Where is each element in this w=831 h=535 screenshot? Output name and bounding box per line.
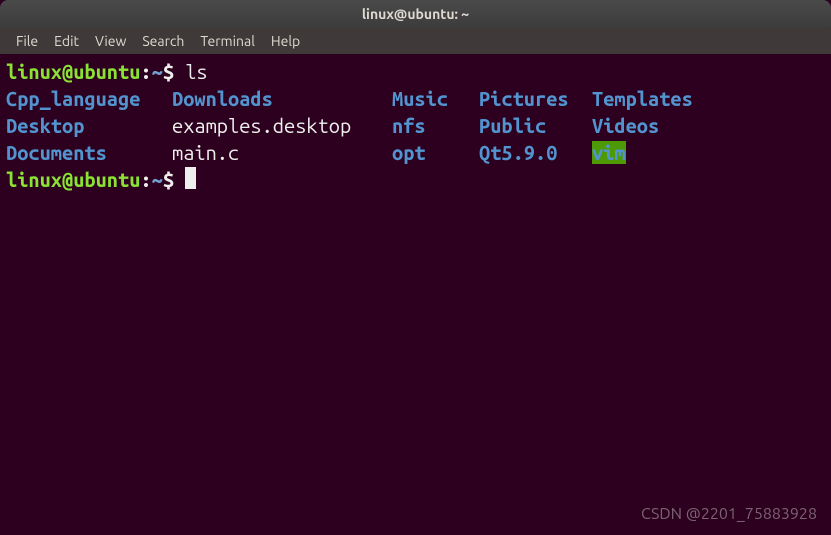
ls-entry: vim	[592, 141, 626, 164]
prompt-at: @	[62, 168, 73, 191]
prompt-colon: :	[140, 60, 151, 83]
menu-search[interactable]: Search	[134, 30, 192, 52]
menubar: File Edit View Search Terminal Help	[0, 28, 831, 54]
ls-entry: Qt5.9.0	[479, 139, 592, 166]
ls-entry: Documents	[6, 139, 172, 166]
ls-entry: Videos	[592, 112, 659, 139]
prompt-host: ubuntu	[73, 168, 140, 191]
ls-entry: main.c	[172, 139, 392, 166]
ls-entry: nfs	[392, 112, 479, 139]
terminal-line: linux@ubuntu:~$ ls	[6, 58, 825, 85]
menu-file[interactable]: File	[8, 30, 46, 52]
ls-entry: Templates	[592, 85, 693, 112]
watermark: CSDN @2201_75883928	[641, 505, 817, 523]
terminal-line: linux@ubuntu:~$	[6, 166, 825, 193]
ls-entry: Desktop	[6, 112, 172, 139]
ls-entry: Pictures	[479, 85, 592, 112]
window-title: linux@ubuntu: ~	[362, 6, 469, 22]
menu-edit[interactable]: Edit	[46, 30, 87, 52]
prompt-user: linux	[6, 60, 62, 83]
menu-help[interactable]: Help	[263, 30, 308, 52]
ls-row: Cpp_language Downloads Music Pictures Te…	[6, 85, 825, 112]
prompt-dollar: $	[163, 60, 174, 83]
window-titlebar: linux@ubuntu: ~	[0, 0, 831, 28]
ls-entry: Downloads	[172, 85, 392, 112]
prompt-dollar: $	[163, 168, 174, 191]
command-ls: ls	[185, 60, 207, 83]
terminal-body[interactable]: linux@ubuntu:~$ ls Cpp_language Download…	[0, 54, 831, 197]
prompt-user: linux	[6, 168, 62, 191]
ls-entry: examples.desktop	[172, 112, 392, 139]
prompt-at: @	[62, 60, 73, 83]
ls-entry: Cpp_language	[6, 85, 172, 112]
ls-row: Desktop examples.desktop nfs Public Vide…	[6, 112, 825, 139]
prompt-path: ~	[152, 60, 163, 83]
cursor	[185, 167, 196, 189]
ls-row: Documents main.c opt Qt5.9.0 vim	[6, 139, 825, 166]
ls-entry: Music	[392, 85, 479, 112]
prompt-path: ~	[152, 168, 163, 191]
ls-entry: Public	[479, 112, 592, 139]
prompt-host: ubuntu	[73, 60, 140, 83]
menu-view[interactable]: View	[87, 30, 134, 52]
ls-entry: opt	[392, 139, 479, 166]
menu-terminal[interactable]: Terminal	[192, 30, 263, 52]
prompt-colon: :	[140, 168, 151, 191]
